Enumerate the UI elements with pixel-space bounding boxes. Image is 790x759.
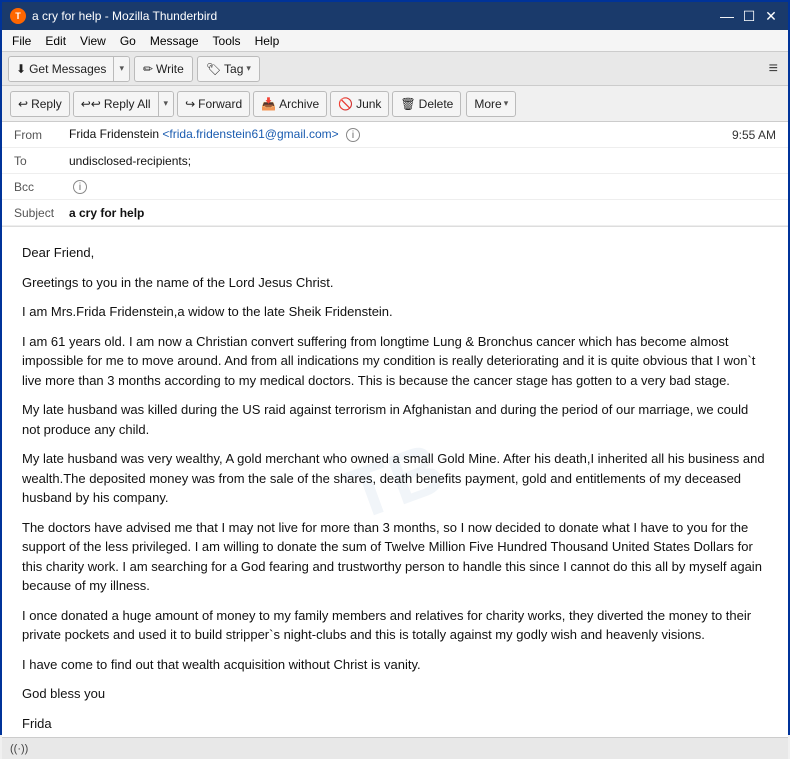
from-info-icon[interactable]: i <box>346 128 360 142</box>
junk-button[interactable]: 🚫 Junk <box>330 91 389 117</box>
menu-edit[interactable]: Edit <box>39 32 72 50</box>
subject-value: a cry for help <box>69 206 776 220</box>
menu-help[interactable]: Help <box>249 32 286 50</box>
junk-icon: 🚫 <box>338 97 353 111</box>
to-value: undisclosed-recipients; <box>69 154 776 168</box>
title-bar-controls: — ☐ ✕ <box>718 7 780 25</box>
para7: I once donated a huge amount of money to… <box>22 606 768 645</box>
to-label: To <box>14 154 69 168</box>
get-messages-split: ⬇ Get Messages ▾ <box>8 56 130 82</box>
para5: My late husband was very wealthy, A gold… <box>22 449 768 508</box>
get-messages-button[interactable]: ⬇ Get Messages <box>9 57 114 81</box>
bcc-label: Bcc <box>14 180 69 194</box>
from-label: From <box>14 128 69 142</box>
write-button[interactable]: ✏ Write <box>134 56 193 82</box>
email-content: Dear Friend, Greetings to you in the nam… <box>22 243 768 733</box>
email-toolbar: ↩ Reply ↩↩ Reply All ▾ ↪ Forward 📥 Archi… <box>2 86 788 122</box>
hamburger-menu[interactable]: ≡ <box>765 60 782 78</box>
more-button[interactable]: More ▾ <box>466 91 516 117</box>
from-value: Frida Fridenstein <frida.fridenstein61@g… <box>69 127 732 143</box>
get-messages-icon: ⬇ <box>16 62 26 76</box>
reply-all-button[interactable]: ↩↩ Reply All <box>74 92 159 116</box>
reply-all-icon: ↩↩ <box>81 97 101 111</box>
menu-bar: File Edit View Go Message Tools Help <box>2 30 788 52</box>
para3: I am 61 years old. I am now a Christian … <box>22 332 768 391</box>
delete-icon: 🗑 <box>400 97 415 111</box>
reply-icon: ↩ <box>18 97 28 111</box>
minimize-button[interactable]: — <box>718 7 736 25</box>
maximize-button[interactable]: ☐ <box>740 7 758 25</box>
email-time: 9:55 AM <box>732 128 776 142</box>
email-header: From Frida Fridenstein <frida.fridenstei… <box>2 122 788 227</box>
reply-all-dropdown[interactable]: ▾ <box>159 92 174 116</box>
subject-row: Subject a cry for help <box>2 200 788 226</box>
greeting: Dear Friend, <box>22 243 768 263</box>
reply-all-split: ↩↩ Reply All ▾ <box>73 91 174 117</box>
para4: My late husband was killed during the US… <box>22 400 768 439</box>
bcc-value: i <box>69 179 776 195</box>
tag-dropdown-arrow: ▾ <box>246 63 251 74</box>
para2: I am Mrs.Frida Fridenstein,a widow to th… <box>22 302 768 322</box>
get-messages-dropdown[interactable]: ▾ <box>114 57 129 81</box>
tag-label: Tag <box>224 62 243 76</box>
status-bar: ((·)) <box>2 737 788 759</box>
forward-icon: ↪ <box>185 97 195 111</box>
title-bar-left: T a cry for help - Mozilla Thunderbird <box>10 8 217 24</box>
title-bar: T a cry for help - Mozilla Thunderbird —… <box>2 2 788 30</box>
para10: Frida <box>22 714 768 734</box>
window-title: a cry for help - Mozilla Thunderbird <box>32 9 217 23</box>
from-email: <frida.fridenstein61@gmail.com> <box>162 127 338 141</box>
subject-label: Subject <box>14 206 69 220</box>
menu-view[interactable]: View <box>74 32 112 50</box>
para1: Greetings to you in the name of the Lord… <box>22 273 768 293</box>
para6: The doctors have advised me that I may n… <box>22 518 768 596</box>
to-row: To undisclosed-recipients; <box>2 148 788 174</box>
app-icon: T <box>10 8 26 24</box>
write-label: Write <box>156 62 184 76</box>
archive-button[interactable]: 📥 Archive <box>253 91 327 117</box>
tag-icon: 🏷 <box>206 62 221 76</box>
toolbar: ⬇ Get Messages ▾ ✏ Write 🏷 Tag ▾ ≡ <box>2 52 788 86</box>
email-body: TB Dear Friend, Greetings to you in the … <box>2 227 788 737</box>
get-messages-label: Get Messages <box>29 62 106 76</box>
main-area: ↩ Reply ↩↩ Reply All ▾ ↪ Forward 📥 Archi… <box>2 86 788 737</box>
connection-status: ((·)) <box>10 743 28 755</box>
para9: God bless you <box>22 684 768 704</box>
more-dropdown-arrow: ▾ <box>504 98 509 109</box>
delete-button[interactable]: 🗑 Delete <box>392 91 461 117</box>
write-icon: ✏ <box>143 62 153 76</box>
reply-button[interactable]: ↩ Reply <box>10 91 70 117</box>
bcc-info-icon[interactable]: i <box>73 180 87 194</box>
from-name: Frida Fridenstein <box>69 127 159 141</box>
menu-go[interactable]: Go <box>114 32 142 50</box>
archive-icon: 📥 <box>261 97 276 111</box>
menu-message[interactable]: Message <box>144 32 205 50</box>
para8: I have come to find out that wealth acqu… <box>22 655 768 675</box>
bcc-row: Bcc i <box>2 174 788 200</box>
menu-file[interactable]: File <box>6 32 37 50</box>
menu-tools[interactable]: Tools <box>207 32 247 50</box>
forward-button[interactable]: ↪ Forward <box>177 91 250 117</box>
tag-button[interactable]: 🏷 Tag ▾ <box>197 56 260 82</box>
close-button[interactable]: ✕ <box>762 7 780 25</box>
from-row: From Frida Fridenstein <frida.fridenstei… <box>2 122 788 148</box>
